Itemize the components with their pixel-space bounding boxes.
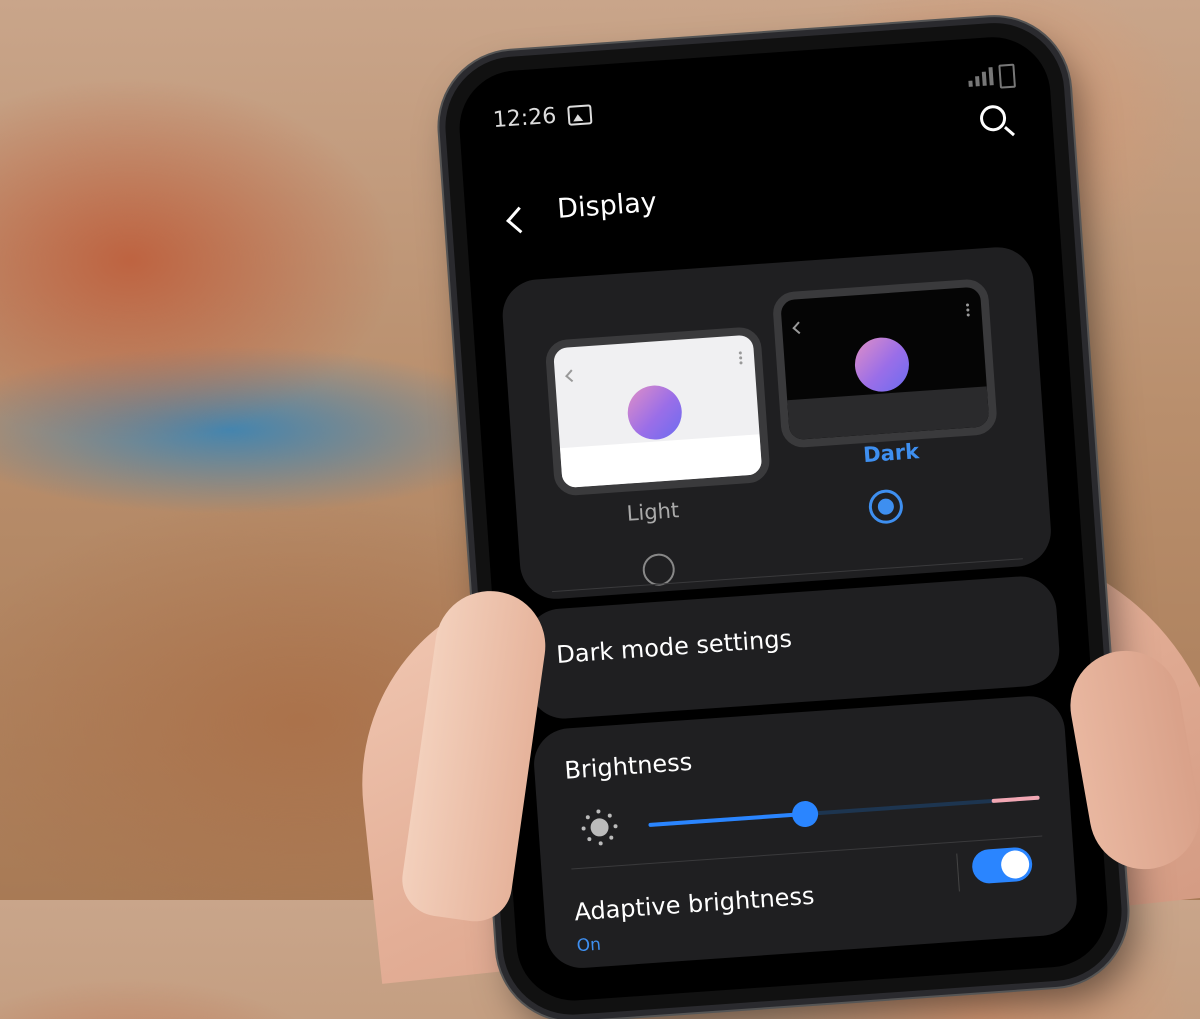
theme-card: Light Dark [500,244,1054,602]
brightness-card: Brightness Adaptive brightness On [531,693,1080,971]
brightness-slider[interactable] [648,788,1040,835]
sun-icon [589,817,610,838]
phone-screen: 12:26 Display Light Dark Dark mode setti… [455,33,1112,1005]
preview-back-icon [565,369,578,383]
adaptive-brightness-toggle[interactable] [971,846,1034,885]
page-title: Display [556,186,658,225]
status-time: 12:26 [492,103,558,134]
light-theme-preview[interactable] [544,326,771,497]
brightness-label: Brightness [563,747,694,785]
search-icon[interactable] [979,104,1007,133]
dark-mode-settings-label: Dark mode settings [555,624,793,669]
dark-theme-radio[interactable] [867,488,905,525]
back-arrow-icon[interactable] [506,206,533,234]
adaptive-brightness-status: On [576,934,602,957]
preview-back-icon [792,321,806,335]
vertical-separator [956,853,960,892]
signal-icon [968,67,994,87]
light-theme-radio[interactable] [641,552,676,587]
dark-theme-label: Dark [862,439,920,468]
preview-more-icon [738,351,742,355]
status-bar: 12:26 [492,101,593,133]
gallery-notification-icon [567,103,593,126]
smartphone: 12:26 Display Light Dark Dark mode setti… [440,18,1127,1019]
slider-tail [991,795,1040,803]
light-theme-label: Light [625,498,680,526]
preview-orb [853,335,911,394]
adaptive-brightness-label: Adaptive brightness [573,881,816,927]
battery-icon [998,63,1016,89]
preview-more-icon [965,303,970,307]
preview-orb [625,383,684,442]
dark-theme-preview[interactable] [771,278,999,449]
slider-thumb[interactable] [791,800,819,828]
